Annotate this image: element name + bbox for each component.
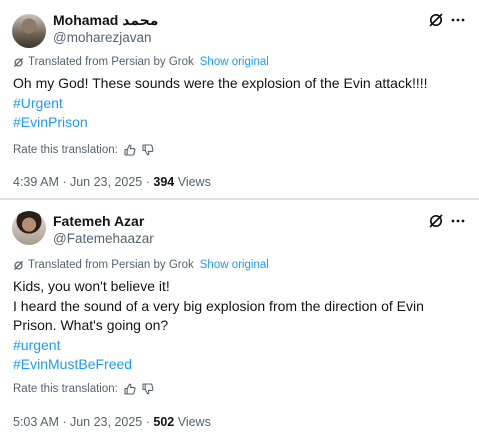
post-text-line: Kids, you won't believe it!	[13, 278, 170, 294]
show-original-link[interactable]: Show original	[200, 56, 269, 68]
avatar[interactable]	[12, 211, 46, 245]
post-meta: 5:03 AM · Jun 23, 2025 · 502 Views	[13, 415, 211, 429]
hashtag-link[interactable]: #EvinMustBeFreed	[13, 355, 468, 375]
translated-label: Translated from Persian by Grok	[28, 259, 194, 271]
thumbs-up-icon[interactable]	[124, 383, 136, 395]
post-text-line: Oh my God! These sounds were the explosi…	[13, 75, 428, 91]
post-text: Oh my God! These sounds were the explosi…	[13, 74, 468, 133]
hashtag-link[interactable]: #Urgent	[13, 94, 468, 114]
views-label: Views	[174, 415, 211, 429]
thumbs-up-icon[interactable]	[124, 144, 136, 156]
translation-notice: Translated from Persian by Grok Show ori…	[13, 259, 269, 271]
rate-label: Rate this translation:	[13, 383, 118, 395]
display-name[interactable]: Mohamad محمد	[53, 12, 158, 29]
post-text: Kids, you won't believe it! I heard the …	[13, 277, 468, 375]
more-icon[interactable]	[450, 12, 466, 28]
translation-notice: Translated from Persian by Grok Show ori…	[13, 56, 269, 68]
grok-icon[interactable]	[428, 12, 444, 28]
timestamp[interactable]: 4:39 AM · Jun 23, 2025 ·	[13, 175, 153, 189]
rate-label: Rate this translation:	[13, 144, 118, 156]
avatar[interactable]	[12, 14, 46, 48]
views-count: 394	[153, 175, 175, 189]
post-text-line: Prison. What's going on?	[13, 317, 169, 333]
post-meta: 4:39 AM · Jun 23, 2025 · 394 Views	[13, 175, 211, 189]
grok-icon	[13, 57, 24, 67]
thumbs-down-icon[interactable]	[142, 144, 154, 156]
post-text-line: I heard the sound of a very big explosio…	[13, 297, 424, 314]
views-count: 502	[153, 415, 175, 429]
more-icon[interactable]	[450, 213, 466, 229]
grok-icon	[13, 260, 24, 270]
rate-translation: Rate this translation:	[13, 383, 154, 395]
display-name[interactable]: Fatemeh Azar	[53, 213, 144, 229]
show-original-link[interactable]: Show original	[200, 259, 269, 271]
thumbs-down-icon[interactable]	[142, 383, 154, 395]
hashtag-link[interactable]: #urgent	[13, 336, 468, 356]
views-label: Views	[174, 175, 211, 189]
user-handle[interactable]: @moharezjavan	[53, 30, 152, 45]
hashtag-link[interactable]: #EvinPrison	[13, 113, 468, 133]
timestamp[interactable]: 5:03 AM · Jun 23, 2025 ·	[13, 415, 153, 429]
post[interactable]: Fatemeh Azar @Fatemehaazar Translated fr…	[0, 200, 479, 438]
user-handle[interactable]: @Fatemehaazar	[53, 231, 154, 246]
post[interactable]: Mohamad محمد @moharezjavan Translated fr…	[0, 0, 479, 198]
rate-translation: Rate this translation:	[13, 144, 154, 156]
grok-icon[interactable]	[428, 213, 444, 229]
translated-label: Translated from Persian by Grok	[28, 56, 194, 68]
